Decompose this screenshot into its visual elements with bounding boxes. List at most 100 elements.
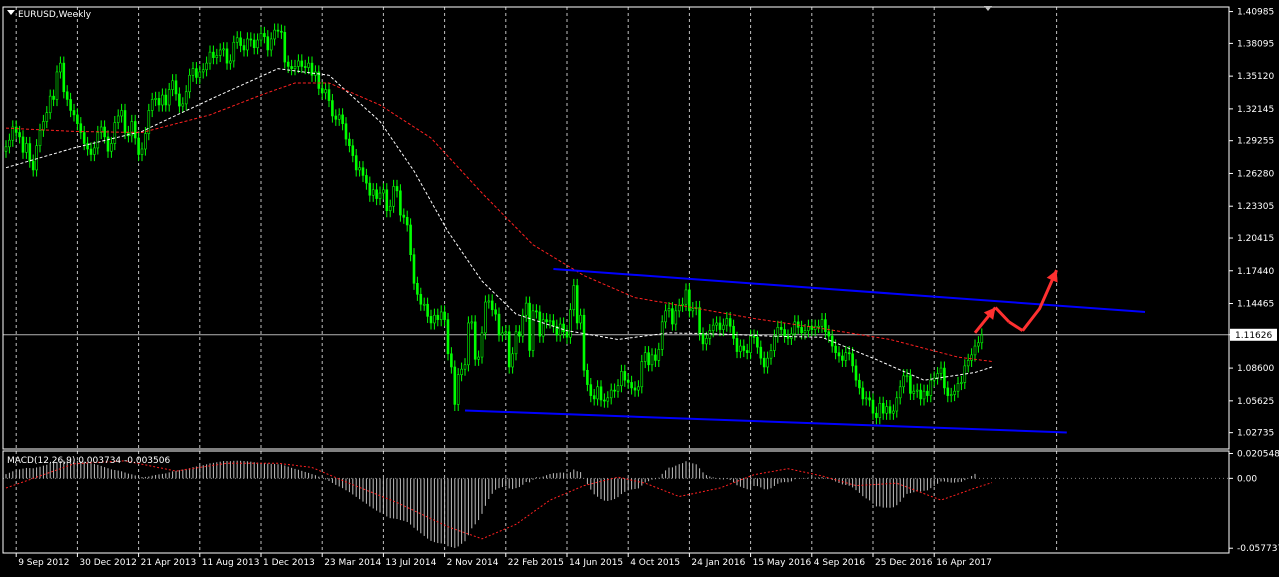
candle-body [620,371,623,386]
candle-body [552,320,555,327]
candle-body [531,310,535,351]
candle-body [943,367,946,389]
candle-body [888,406,892,414]
candle-body [739,345,742,352]
candle-body [609,389,613,399]
time-tick-label: 22 Feb 2015 [508,558,564,568]
candle-body [881,403,885,414]
candle-body [749,335,752,353]
candle-body [239,37,242,46]
price-tick-label: 1.08600 [1237,364,1274,374]
price-tick-label: 1.38095 [1237,39,1274,49]
candle-body [827,331,831,337]
candle-body [62,62,66,93]
candle-body [150,99,154,111]
candle-body [847,352,851,355]
candle-body [582,314,586,371]
candle-body [365,175,368,184]
candle-body [161,94,164,106]
candle-body [742,345,746,351]
candle-body [208,51,212,64]
candle-body [895,397,899,412]
candle-body [545,319,548,323]
candle-body [171,80,174,90]
candle-body [518,331,521,337]
time-tick-label: 14 Jun 2015 [569,558,623,568]
candle-body [926,390,929,396]
candle-body [276,29,280,32]
candle-body [858,379,861,389]
candle-body [205,62,208,71]
candle-body [147,110,151,134]
candle-body [759,346,763,359]
candle-body [909,375,912,394]
candle-body [419,294,423,305]
candle-body [599,386,603,401]
candle-body [868,397,871,401]
candle-body [871,399,875,414]
candle-body [820,319,824,327]
candle-body [320,88,324,94]
candle-body [915,389,919,392]
candle-body [229,60,232,64]
candle-body [429,316,433,324]
candle-body [382,189,385,194]
candle-body [650,354,654,366]
candle-body [558,323,562,336]
chart-canvas[interactable]: 9 Sep 2012 30 Dec 2012 21 Apr 2013 11 Aug 2… [0,0,1279,577]
candle-body [606,397,610,402]
candle-body [303,66,307,68]
current-price-label: 1.11626 [1235,331,1272,341]
candle-body [861,387,865,400]
candle-body [630,382,633,389]
candle-body [647,352,650,366]
candle-body [405,216,409,226]
candle-body [436,314,440,320]
time-tick-label: 16 Apr 2017 [936,558,992,568]
candle-body [358,167,361,171]
candle-body [613,389,616,392]
candle-body [728,318,732,327]
candle-body [912,390,916,394]
candle-body [640,361,644,388]
candle-body [167,89,171,106]
candle-body [779,327,783,330]
candle-body [922,390,926,400]
candle-body [732,325,735,339]
candle-body [337,114,341,120]
candle-body [722,324,725,330]
candle-body [977,342,980,347]
candle-body [123,110,127,133]
candle-body [222,48,225,51]
candle-body [21,136,25,153]
candle-body [504,331,508,334]
candle-body [490,300,494,311]
candle-body [484,301,487,334]
candle-body [477,356,480,360]
candle-body [453,366,457,405]
candle-body [956,383,960,392]
candle-body [528,302,531,351]
candle-body [463,364,467,370]
candle-body [395,186,399,192]
candle-body [548,320,552,323]
candle-body [569,309,572,338]
price-tick-label: 1.26280 [1237,169,1274,179]
candle-body [470,321,474,324]
candle-body [643,352,647,362]
candle-body [953,390,956,395]
candle-body [283,32,287,63]
candle-body [803,330,807,334]
candle-body [181,103,185,107]
candle-body [8,139,11,148]
candle-body [667,308,671,312]
candle-body [235,37,239,43]
candle-body [178,93,181,107]
candle-body [919,389,922,400]
candle-body [25,143,28,153]
candle-body [579,314,582,324]
candle-body [766,357,769,368]
candle-body [259,33,263,41]
candle-body [521,314,525,337]
candle-body [837,352,841,357]
